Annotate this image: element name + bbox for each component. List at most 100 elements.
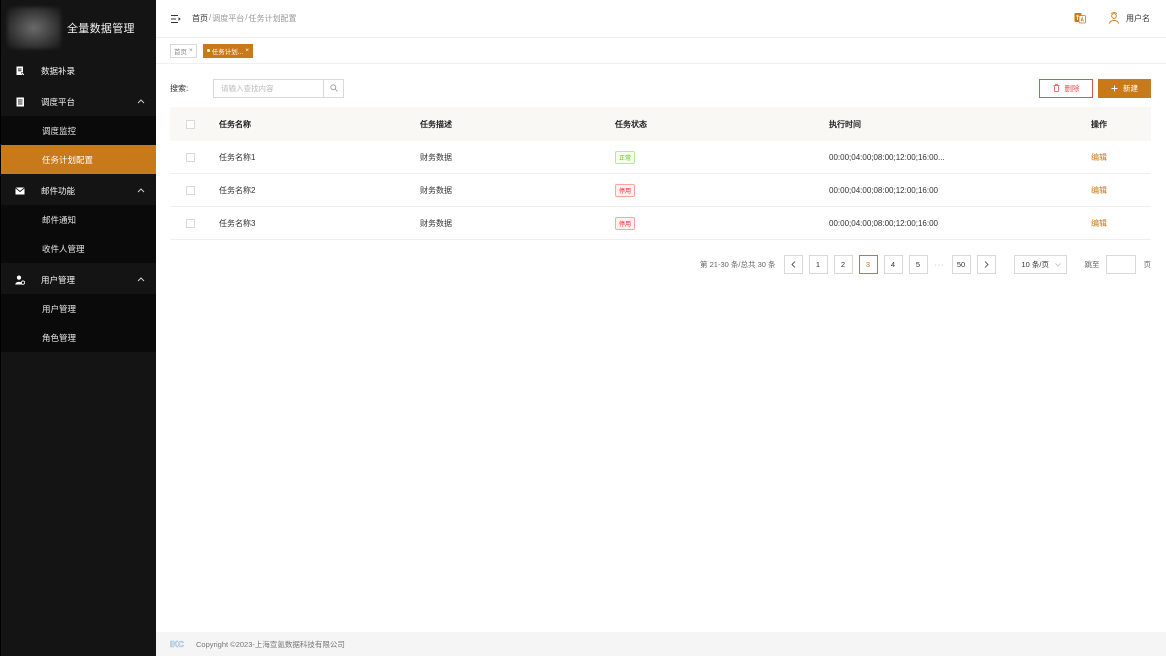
sidebar-group-scheduling[interactable]: 调度平台: [1, 87, 156, 116]
sidebar-group-label: 邮件功能: [41, 185, 76, 196]
breadcrumb-home[interactable]: 首页: [192, 13, 208, 24]
document-list-icon: [15, 97, 25, 107]
cell-task-desc: 财务数据: [420, 218, 452, 228]
cell-exec-time: 00:00;04:00;08:00;12:00;16:00...: [829, 152, 945, 162]
page-button-2[interactable]: 2: [833, 255, 853, 274]
brand-logo: [7, 7, 61, 49]
search-button[interactable]: [323, 79, 343, 97]
sidebar-item-users[interactable]: 用户管理: [1, 294, 156, 323]
page-button-1[interactable]: 1: [808, 255, 828, 274]
column-header-op: 操作: [1091, 119, 1107, 129]
tab-home[interactable]: 首页 ×: [170, 43, 197, 58]
top-header: 首页 / 调度平台 / 任务计划配置 用户名: [156, 0, 1166, 38]
tabs-bar: 首页 × 任务计划... ×: [156, 38, 1166, 64]
main-content: 搜索: 删除 新建 任务名称 任务描述 任务状态 执行时间 操作 任务名称1: [156, 64, 1166, 632]
active-dot-icon: [206, 49, 210, 52]
sidebar-item-label: 数据补录: [41, 65, 76, 76]
company-logo: IKC: [170, 640, 192, 648]
search-input[interactable]: [214, 79, 323, 97]
edit-link[interactable]: 编辑: [1091, 186, 1107, 195]
tab-label: 首页: [174, 48, 187, 56]
sidebar-item-recipients[interactable]: 收件人管理: [1, 234, 156, 263]
sidebar-item-label: 角色管理: [42, 332, 77, 343]
edit-link[interactable]: 编辑: [1091, 153, 1107, 162]
jump-label: 跳至: [1084, 260, 1100, 269]
page-button-5[interactable]: 5: [908, 255, 928, 274]
page-unit-label: 页: [1143, 260, 1152, 269]
sidebar-item-label: 调度监控: [42, 125, 77, 136]
next-page-button[interactable]: [976, 255, 996, 274]
breadcrumb-current: 任务计划配置: [248, 14, 297, 23]
sidebar-group-mail[interactable]: 邮件功能: [1, 176, 156, 205]
page-size-select[interactable]: 10 条/页: [1013, 255, 1067, 274]
svg-text:IKC: IKC: [170, 640, 184, 648]
language-switch-icon[interactable]: [1074, 12, 1086, 26]
page-button-3[interactable]: 3: [858, 255, 878, 274]
status-badge: 停用: [615, 216, 636, 230]
cell-task-desc: 财务数据: [420, 152, 452, 162]
page-button-last[interactable]: 50: [951, 255, 971, 274]
chevron-up-icon: [136, 186, 146, 196]
table-row: 任务名称2 财务数据 停用 00:00;04:00;08:00;12:00;16…: [170, 174, 1151, 207]
user-gear-icon: [15, 275, 25, 285]
column-header-name: 任务名称: [219, 119, 251, 129]
status-badge: 停用: [615, 183, 636, 197]
sidebar-item-task-plan-config[interactable]: 任务计划配置: [1, 145, 156, 174]
pagination-total: 第 21-30 条/总共 30 条: [700, 260, 776, 269]
task-table: 任务名称 任务描述 任务状态 执行时间 操作 任务名称1 财务数据 正常 00:…: [170, 107, 1151, 240]
page-ellipsis[interactable]: ···: [934, 260, 946, 269]
submenu-mail: 邮件通知 收件人管理: [1, 205, 156, 263]
sidebar-item-label: 收件人管理: [42, 243, 85, 254]
close-icon[interactable]: ×: [189, 47, 193, 54]
table-header: 任务名称 任务描述 任务状态 执行时间 操作: [170, 107, 1151, 141]
new-button[interactable]: 新建: [1098, 78, 1151, 98]
edit-link[interactable]: 编辑: [1091, 219, 1107, 228]
delete-button[interactable]: 删除: [1039, 78, 1093, 98]
tab-task-plan[interactable]: 任务计划... ×: [202, 43, 254, 58]
column-header-status: 任务状态: [615, 119, 647, 129]
app-title: 全量数据管理: [67, 23, 135, 35]
row-checkbox[interactable]: [186, 152, 195, 162]
page-button-4[interactable]: 4: [883, 255, 903, 274]
sidebar-item-label: 任务计划配置: [42, 154, 94, 165]
brand: 全量数据管理: [1, 0, 156, 56]
sidebar-item-schedule-monitor[interactable]: 调度监控: [1, 116, 156, 145]
row-checkbox[interactable]: [186, 185, 195, 195]
header-right: 用户名: [1074, 11, 1150, 26]
chevron-up-icon: [136, 97, 146, 107]
search-box: [213, 78, 344, 98]
trash-icon: [1053, 84, 1059, 92]
toolbar: 搜索: 删除 新建: [170, 78, 1151, 98]
breadcrumb: 首页 / 调度平台 / 任务计划配置: [192, 13, 296, 24]
sidebar-item-mail-notify[interactable]: 邮件通知: [1, 205, 156, 234]
sidebar: 全量数据管理 数据补录 调度平台 调度监控 任务计划配置 邮件功能 邮件通知 收…: [0, 0, 156, 656]
submenu-scheduling: 调度监控 任务计划配置: [1, 116, 156, 174]
sidebar-item-label: 用户管理: [42, 303, 77, 314]
menu-collapse-icon[interactable]: [171, 14, 181, 24]
sidebar-menu: 数据补录 调度平台 调度监控 任务计划配置 邮件功能 邮件通知 收件人管理 用户…: [1, 56, 156, 352]
user-avatar-icon[interactable]: [1108, 11, 1120, 26]
cell-task-name: 任务名称3: [219, 218, 256, 228]
delete-button-label: 删除: [1064, 83, 1080, 93]
column-header-time: 执行时间: [829, 119, 861, 129]
plus-icon: [1111, 85, 1118, 91]
sidebar-item-roles[interactable]: 角色管理: [1, 323, 156, 352]
select-all-checkbox[interactable]: [186, 119, 195, 129]
user-name[interactable]: 用户名: [1126, 13, 1150, 24]
pagination: 第 21-30 条/总共 30 条 1 2 3 4 5 ··· 50 10 条/…: [700, 255, 1151, 274]
sidebar-item-label: 邮件通知: [42, 214, 77, 225]
sidebar-group-label: 用户管理: [41, 274, 76, 285]
page-size-value: 10 条/页: [1021, 260, 1050, 269]
search-label: 搜索:: [170, 83, 189, 93]
cell-task-name: 任务名称1: [219, 152, 256, 162]
row-checkbox[interactable]: [186, 218, 195, 228]
chevron-right-icon: [984, 261, 989, 268]
breadcrumb-level1[interactable]: 调度平台: [212, 13, 244, 24]
close-icon[interactable]: ×: [245, 47, 249, 54]
document-edit-icon: [15, 66, 25, 76]
sidebar-group-user-management[interactable]: 用户管理: [1, 265, 156, 294]
jump-page-input[interactable]: [1105, 255, 1136, 274]
column-header-desc: 任务描述: [420, 119, 452, 129]
prev-page-button[interactable]: [783, 255, 803, 274]
sidebar-item-data-entry[interactable]: 数据补录: [1, 56, 156, 85]
